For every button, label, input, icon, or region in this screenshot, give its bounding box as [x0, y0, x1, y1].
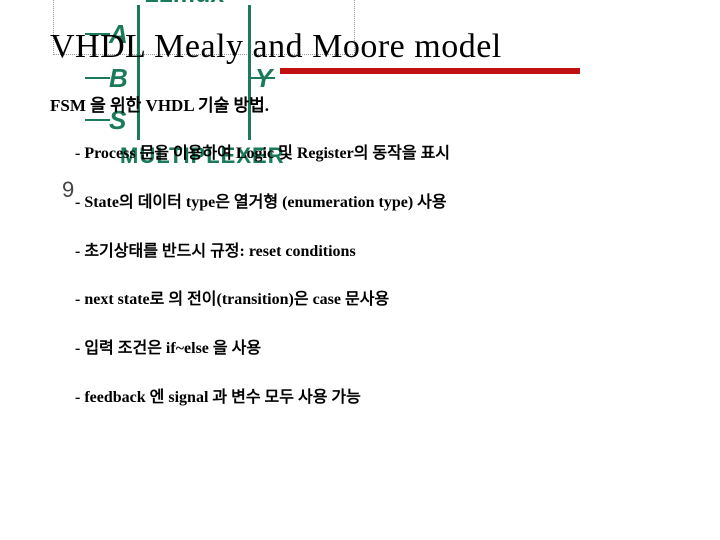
- slide-subtitle: FSM 을 위한 VHDL 기술 방법.: [50, 91, 680, 116]
- bullet-item: - next state로 의 전이(transition)은 case 문사용: [75, 290, 680, 311]
- bullet-item: - State의 데이터 type은 열거형 (enumeration type…: [75, 193, 680, 214]
- title-underline: [280, 68, 580, 74]
- slide-title: VHDL Mealy and Moore model: [50, 28, 502, 66]
- bullet-item: - 초기상태를 반드시 규정: reset conditions: [75, 242, 680, 263]
- bullet-item: - Process 문을 이용하여 Logic 및 Register의 동작을 …: [75, 144, 680, 165]
- bullet-item: - feedback 엔 signal 과 변수 모두 사용 가능: [75, 388, 680, 409]
- bullet-list: - Process 문을 이용하여 Logic 및 Register의 동작을 …: [50, 144, 680, 409]
- bullet-item: - 입력 조건은 if~else 을 사용: [75, 339, 680, 360]
- slide-content: VHDL Mealy and Moore model FSM 을 위한 VHDL…: [0, 0, 720, 437]
